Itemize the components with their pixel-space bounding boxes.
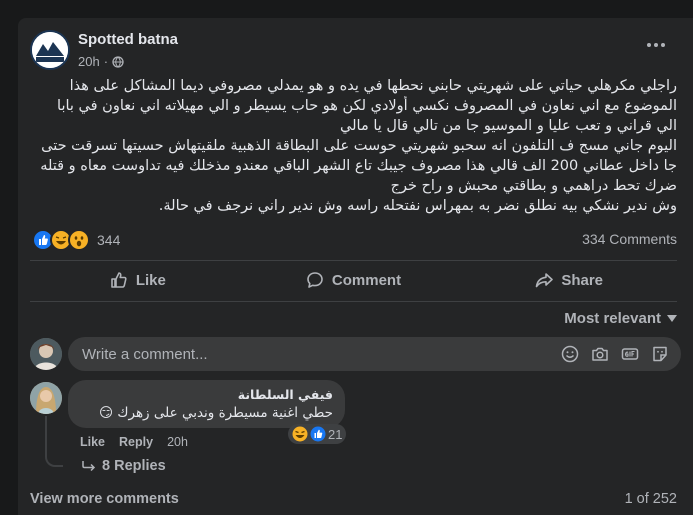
post-meta: 20h · [78,54,124,69]
user-avatar-image [30,338,62,370]
share-button[interactable]: Share [461,261,677,299]
reaction-count: 344 [97,232,121,248]
comment-reactions[interactable]: 21 [288,424,347,444]
comment-reply-button[interactable]: Reply [119,435,153,449]
reaction-summary[interactable]: 344 [32,229,120,251]
haha-reaction-icon [292,426,308,442]
globe-icon [112,55,124,68]
comment-bubble: فيفي السلطانة حطي اغنية مسيطرة وندبي على… [68,380,345,428]
comment-author[interactable]: فيفي السلطانة [80,387,333,403]
comment-input-tools [561,345,669,363]
comment-button[interactable]: Comment [246,261,462,299]
sort-comments-button[interactable]: Most relevant [564,310,677,327]
post-text-line: وش ندير نشكي بيه نطلق نضر به بمهراس نفتح… [158,198,677,214]
page-logo-icon [32,32,68,68]
like-reaction-icon [310,426,326,442]
comment-button-label: Comment [331,271,402,289]
user-avatar[interactable] [30,338,62,370]
wow-reaction-icon [68,229,90,251]
camera-icon[interactable] [591,345,609,363]
post-actions: Like Comment Share [30,261,677,299]
sticker-icon[interactable] [651,345,669,363]
replies-label: 8 Replies [102,458,166,474]
emoji-icon[interactable] [561,345,579,363]
share-icon [536,273,554,288]
thread-line [45,416,63,467]
like-icon [111,272,127,288]
post-time[interactable]: 20h [78,54,100,69]
like-button-label: Like [135,271,166,289]
post-text-line: الي قراني و تعب عليا و الموسيو جا من تال… [340,118,677,134]
more-options-icon[interactable] [647,40,671,50]
comment-input[interactable] [80,344,561,364]
comment-actions: Like Reply 20h [80,435,188,449]
comment-time[interactable]: 20h [167,435,188,449]
post-text: راجلي مكرهلي حياتي على شهريتي حابني نحطه… [30,76,677,216]
view-more-comments-button[interactable]: View more comments [30,491,179,507]
commenter-avatar[interactable] [30,382,62,414]
post-text-line: اليوم جاني مسج ف التلفون انه سحبو شهريتي… [41,138,677,154]
divider [30,301,677,302]
post-text-line: جا داخل عطاني 200 الف قالي هذا مصروف جيب… [40,158,677,174]
comments-count[interactable]: 334 Comments [582,231,677,247]
page-avatar[interactable] [30,30,70,70]
comment-icon [307,272,323,288]
like-button[interactable]: Like [30,261,246,299]
commenter-avatar-image [30,382,62,414]
comment-like-button[interactable]: Like [80,435,105,449]
gif-icon[interactable] [621,345,639,363]
sort-label: Most relevant [564,310,661,327]
reply-arrow-icon [82,461,96,472]
caret-down-icon [667,314,677,322]
comment-reaction-count: 21 [328,426,343,442]
view-replies-button[interactable]: 8 Replies [82,458,166,474]
post-text-line: راجلي مكرهلي حياتي على شهريتي حابني نحطه… [69,78,677,94]
comment-input-box[interactable] [68,337,681,371]
page-name[interactable]: Spotted batna [78,31,178,48]
comment-text: حطي اغنية مسيطرة وندبي على زهرك 😏 [99,405,333,421]
post-text-line: ضرك تحط دراهمي و بطاقتي محبش و راح خرج [390,178,677,194]
comment-pager: 1 of 252 [624,491,677,507]
post-text-line: الموضوع مع اني نعاون في المصروف نكسي أول… [57,98,677,114]
post-card: Spotted batna 20h · راجلي مكرهلي حياتي ع… [18,18,693,515]
share-button-label: Share [561,271,604,289]
